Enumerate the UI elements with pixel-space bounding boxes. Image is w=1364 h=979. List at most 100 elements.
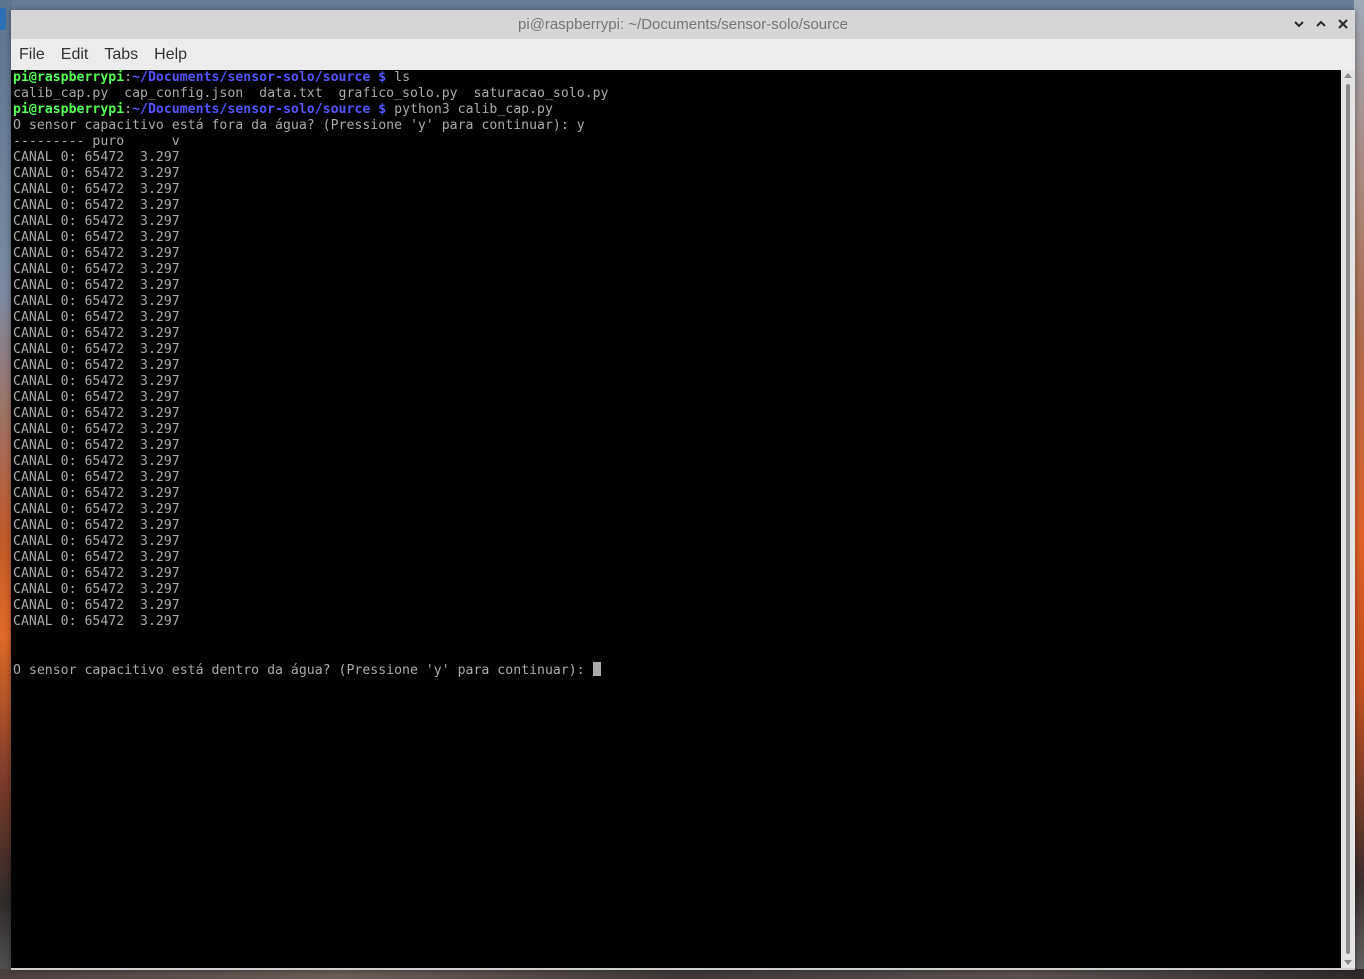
vertical-scrollbar[interactable] xyxy=(1341,70,1355,968)
output-line: CANAL 0: 65472 3.297 xyxy=(13,166,608,182)
output-line: CANAL 0: 65472 3.297 xyxy=(13,614,608,630)
output-text: CANAL 0: 65472 3.297 xyxy=(13,422,180,437)
output-line: CANAL 0: 65472 3.297 xyxy=(13,230,608,246)
output-text: CANAL 0: 65472 3.297 xyxy=(13,310,180,325)
terminal-output[interactable]: pi@raspberrypi:~/Documents/sensor-solo/s… xyxy=(11,70,1341,968)
output-line: CANAL 0: 65472 3.297 xyxy=(13,214,608,230)
chevron-down-icon xyxy=(1294,21,1304,28)
output-line: --------- puro v xyxy=(13,134,608,150)
output-line: CANAL 0: 65472 3.297 xyxy=(13,294,608,310)
output-text: CANAL 0: 65472 3.297 xyxy=(13,262,180,277)
output-text: CANAL 0: 65472 3.297 xyxy=(13,566,180,581)
menu-file[interactable]: File xyxy=(11,39,53,70)
output-text: CANAL 0: 65472 3.297 xyxy=(13,534,180,549)
output-line: CANAL 0: 65472 3.297 xyxy=(13,598,608,614)
scroll-up-icon[interactable] xyxy=(1344,73,1352,78)
output-line: CANAL 0: 65472 3.297 xyxy=(13,198,608,214)
prompt-separator: : xyxy=(124,70,133,85)
output-text: CANAL 0: 65472 3.297 xyxy=(13,598,180,613)
output-text: CANAL 0: 65472 3.297 xyxy=(13,342,180,357)
prompt-line: pi@raspberrypi:~/Documents/sensor-solo/s… xyxy=(13,70,608,86)
terminal-window: pi@raspberrypi: ~/Documents/sensor-solo/… xyxy=(11,10,1355,970)
prompt-user: pi@raspberrypi xyxy=(13,70,125,85)
output-line: CANAL 0: 65472 3.297 xyxy=(13,470,608,486)
terminal-lines: pi@raspberrypi:~/Documents/sensor-solo/s… xyxy=(13,70,608,678)
output-line: CANAL 0: 65472 3.297 xyxy=(13,534,608,550)
output-text: CANAL 0: 65472 3.297 xyxy=(13,214,180,229)
output-text: CANAL 0: 65472 3.297 xyxy=(13,614,180,629)
output-text: CANAL 0: 65472 3.297 xyxy=(13,230,180,245)
output-text: --------- puro v xyxy=(13,134,180,149)
prompt-path: ~/Documents/sensor-solo/source $ xyxy=(132,102,387,117)
output-text: CANAL 0: 65472 3.297 xyxy=(13,198,180,213)
output-line: CANAL 0: 65472 3.297 xyxy=(13,150,608,166)
output-text: CANAL 0: 65472 3.297 xyxy=(13,374,180,389)
output-line: CANAL 0: 65472 3.297 xyxy=(13,358,608,374)
maximize-button[interactable] xyxy=(1312,15,1330,33)
prompt-separator: : xyxy=(124,102,133,117)
prompt-line: pi@raspberrypi:~/Documents/sensor-solo/s… xyxy=(13,102,608,118)
output-text: O sensor capacitivo está fora da água? (… xyxy=(13,118,585,133)
output-text: CANAL 0: 65472 3.297 xyxy=(13,486,180,501)
output-text: calib_cap.py cap_config.json data.txt gr… xyxy=(13,86,609,101)
scroll-down-icon[interactable] xyxy=(1344,960,1352,965)
output-line: CANAL 0: 65472 3.297 xyxy=(13,374,608,390)
close-button[interactable] xyxy=(1334,15,1352,33)
output-line: CANAL 0: 65472 3.297 xyxy=(13,246,608,262)
output-line: CANAL 0: 65472 3.297 xyxy=(13,550,608,566)
menu-tabs[interactable]: Tabs xyxy=(96,39,146,70)
output-line: CANAL 0: 65472 3.297 xyxy=(13,278,608,294)
output-text: CANAL 0: 65472 3.297 xyxy=(13,390,180,405)
prompt-user: pi@raspberrypi xyxy=(13,102,125,117)
chevron-up-icon xyxy=(1316,20,1326,27)
output-line: CANAL 0: 65472 3.297 xyxy=(13,438,608,454)
desktop-icon[interactable] xyxy=(0,8,6,30)
output-line: CANAL 0: 65472 3.297 xyxy=(13,342,608,358)
output-line: CANAL 0: 65472 3.297 xyxy=(13,582,608,598)
prompt-path: ~/Documents/sensor-solo/source $ xyxy=(132,70,387,85)
output-text: CANAL 0: 65472 3.297 xyxy=(13,182,180,197)
output-text: CANAL 0: 65472 3.297 xyxy=(13,166,180,181)
output-line: calib_cap.py cap_config.json data.txt gr… xyxy=(13,86,608,102)
output-text: CANAL 0: 65472 3.297 xyxy=(13,550,180,565)
minimize-button[interactable] xyxy=(1290,15,1308,33)
input-prompt-text: O sensor capacitivo está dentro da água?… xyxy=(13,663,593,678)
output-text: CANAL 0: 65472 3.297 xyxy=(13,582,180,597)
input-prompt-line: O sensor capacitivo está dentro da água?… xyxy=(13,662,608,678)
menubar: File Edit Tabs Help xyxy=(11,39,1355,70)
output-line: CANAL 0: 65472 3.297 xyxy=(13,310,608,326)
output-text: CANAL 0: 65472 3.297 xyxy=(13,326,180,341)
text-cursor[interactable] xyxy=(592,662,601,676)
menu-help[interactable]: Help xyxy=(146,39,195,70)
output-line: CANAL 0: 65472 3.297 xyxy=(13,262,608,278)
window-bottom-border xyxy=(11,968,1355,970)
output-line: CANAL 0: 65472 3.297 xyxy=(13,486,608,502)
command-text: python3 calib_cap.py xyxy=(386,102,553,117)
output-text: CANAL 0: 65472 3.297 xyxy=(13,246,180,261)
output-line: CANAL 0: 65472 3.297 xyxy=(13,502,608,518)
window-title: pi@raspberrypi: ~/Documents/sensor-solo/… xyxy=(518,16,848,33)
output-text: CANAL 0: 65472 3.297 xyxy=(13,438,180,453)
output-line: O sensor capacitivo está fora da água? (… xyxy=(13,118,608,134)
output-line: CANAL 0: 65472 3.297 xyxy=(13,182,608,198)
output-line: CANAL 0: 65472 3.297 xyxy=(13,422,608,438)
output-text: CANAL 0: 65472 3.297 xyxy=(13,518,180,533)
scroll-thumb[interactable] xyxy=(1346,84,1350,954)
desktop-wallpaper-right xyxy=(1354,0,1364,979)
command-text: ls xyxy=(386,70,411,85)
menu-edit[interactable]: Edit xyxy=(53,39,97,70)
output-line: CANAL 0: 65472 3.297 xyxy=(13,390,608,406)
output-line: CANAL 0: 65472 3.297 xyxy=(13,406,608,422)
window-titlebar[interactable]: pi@raspberrypi: ~/Documents/sensor-solo/… xyxy=(11,10,1355,39)
output-line: CANAL 0: 65472 3.297 xyxy=(13,518,608,534)
output-text: CANAL 0: 65472 3.297 xyxy=(13,470,180,485)
output-line: CANAL 0: 65472 3.297 xyxy=(13,326,608,342)
output-text: CANAL 0: 65472 3.297 xyxy=(13,454,180,469)
output-line: CANAL 0: 65472 3.297 xyxy=(13,566,608,582)
output-text: CANAL 0: 65472 3.297 xyxy=(13,278,180,293)
output-text: CANAL 0: 65472 3.297 xyxy=(13,406,180,421)
output-text: CANAL 0: 65472 3.297 xyxy=(13,502,180,517)
output-text: CANAL 0: 65472 3.297 xyxy=(13,358,180,373)
